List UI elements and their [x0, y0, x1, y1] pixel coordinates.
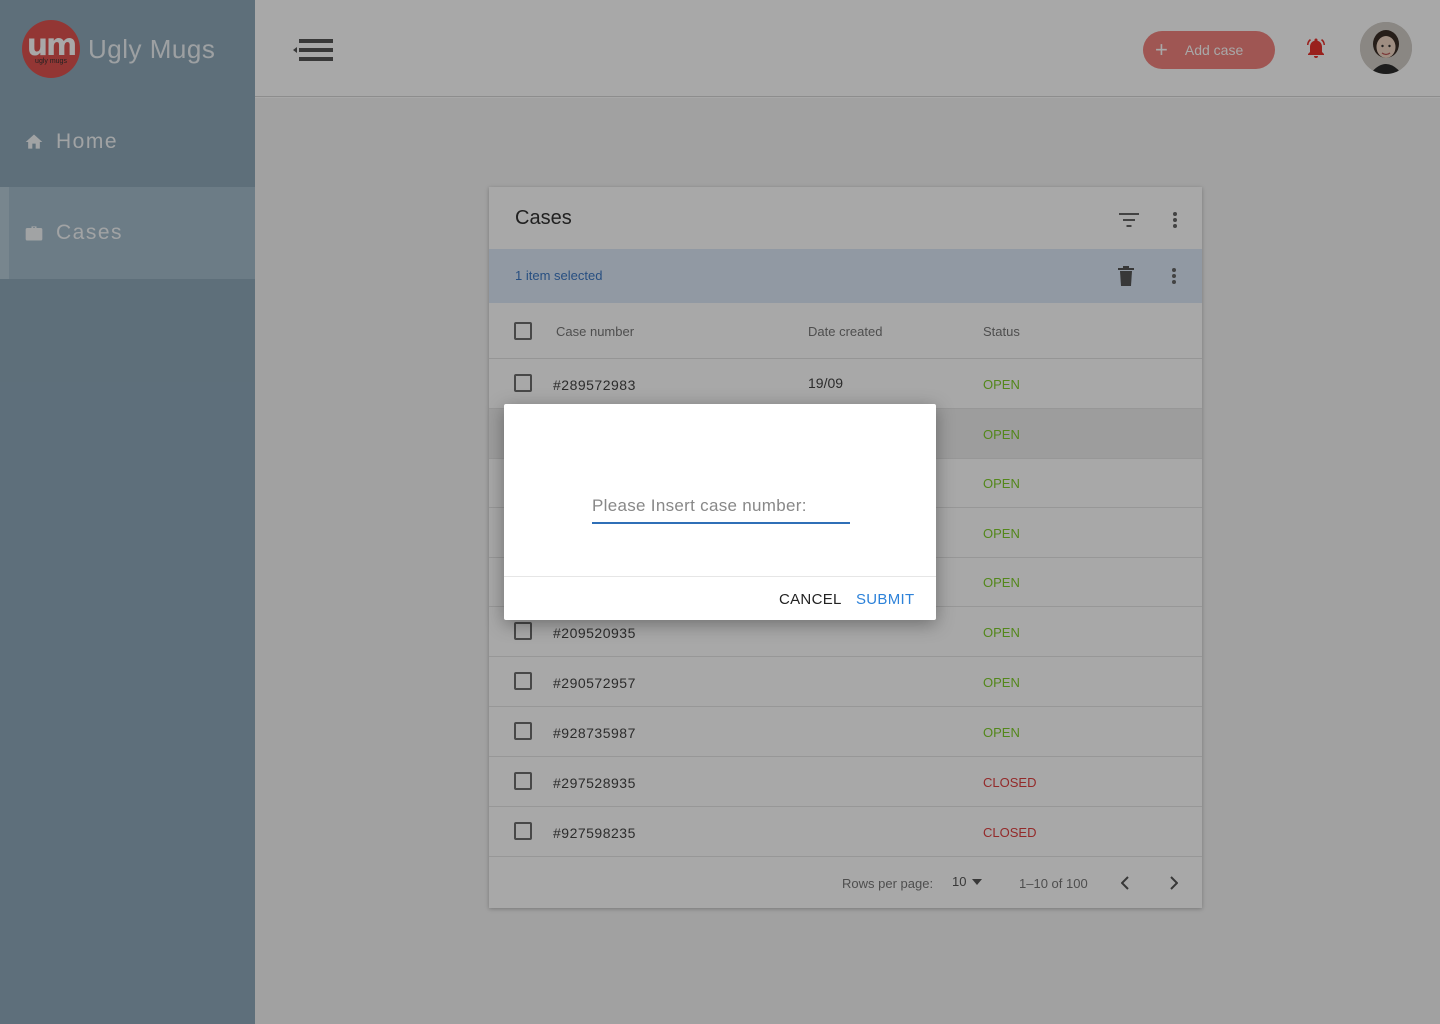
submit-button[interactable]: SUBMIT — [856, 591, 914, 608]
case-number-input[interactable] — [592, 490, 850, 524]
case-number-dialog: CANCEL SUBMIT — [504, 404, 936, 620]
dialog-actions: CANCEL SUBMIT — [504, 576, 936, 620]
cancel-button[interactable]: CANCEL — [779, 591, 842, 608]
